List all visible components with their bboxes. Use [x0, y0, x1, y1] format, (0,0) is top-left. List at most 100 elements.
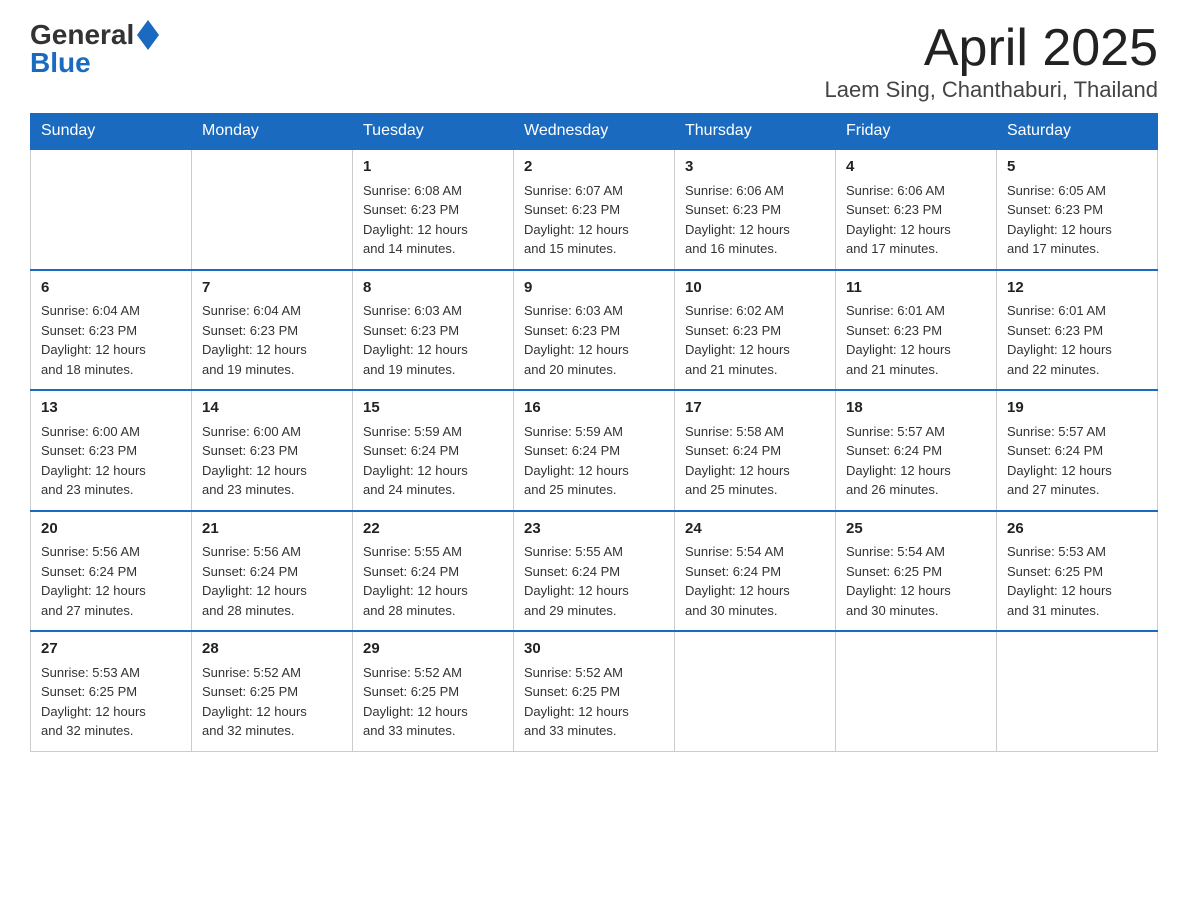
day-number: 4	[846, 156, 986, 179]
calendar-cell: 18Sunrise: 5:57 AM Sunset: 6:24 PM Dayli…	[836, 390, 997, 511]
day-info: Sunrise: 6:04 AM Sunset: 6:23 PM Dayligh…	[41, 301, 181, 379]
day-number: 20	[41, 518, 181, 541]
day-info: Sunrise: 6:06 AM Sunset: 6:23 PM Dayligh…	[685, 181, 825, 259]
day-info: Sunrise: 6:08 AM Sunset: 6:23 PM Dayligh…	[363, 181, 503, 259]
calendar-cell: 26Sunrise: 5:53 AM Sunset: 6:25 PM Dayli…	[997, 511, 1158, 632]
day-number: 23	[524, 518, 664, 541]
title-block: April 2025 Laem Sing, Chanthaburi, Thail…	[825, 20, 1158, 103]
calendar-week-row: 20Sunrise: 5:56 AM Sunset: 6:24 PM Dayli…	[31, 511, 1158, 632]
day-info: Sunrise: 6:05 AM Sunset: 6:23 PM Dayligh…	[1007, 181, 1147, 259]
calendar-day-header: Sunday	[31, 114, 192, 150]
calendar-cell: 2Sunrise: 6:07 AM Sunset: 6:23 PM Daylig…	[514, 149, 675, 270]
page-header: General Blue April 2025 Laem Sing, Chant…	[30, 20, 1158, 103]
calendar-cell: 8Sunrise: 6:03 AM Sunset: 6:23 PM Daylig…	[353, 270, 514, 391]
calendar-day-header: Friday	[836, 114, 997, 150]
calendar-week-row: 6Sunrise: 6:04 AM Sunset: 6:23 PM Daylig…	[31, 270, 1158, 391]
day-info: Sunrise: 6:04 AM Sunset: 6:23 PM Dayligh…	[202, 301, 342, 379]
day-number: 10	[685, 277, 825, 300]
day-number: 12	[1007, 277, 1147, 300]
day-info: Sunrise: 6:02 AM Sunset: 6:23 PM Dayligh…	[685, 301, 825, 379]
calendar-day-header: Saturday	[997, 114, 1158, 150]
day-number: 1	[363, 156, 503, 179]
day-number: 25	[846, 518, 986, 541]
page-subtitle: Laem Sing, Chanthaburi, Thailand	[825, 77, 1158, 103]
day-info: Sunrise: 5:52 AM Sunset: 6:25 PM Dayligh…	[363, 663, 503, 741]
calendar-week-row: 13Sunrise: 6:00 AM Sunset: 6:23 PM Dayli…	[31, 390, 1158, 511]
day-number: 15	[363, 397, 503, 420]
day-info: Sunrise: 6:00 AM Sunset: 6:23 PM Dayligh…	[202, 422, 342, 500]
calendar-day-header: Wednesday	[514, 114, 675, 150]
calendar-week-row: 27Sunrise: 5:53 AM Sunset: 6:25 PM Dayli…	[31, 631, 1158, 751]
day-number: 19	[1007, 397, 1147, 420]
calendar-cell: 14Sunrise: 6:00 AM Sunset: 6:23 PM Dayli…	[192, 390, 353, 511]
logo-blue-line: Blue	[30, 47, 161, 79]
day-number: 9	[524, 277, 664, 300]
day-number: 7	[202, 277, 342, 300]
day-number: 16	[524, 397, 664, 420]
day-info: Sunrise: 5:56 AM Sunset: 6:24 PM Dayligh…	[202, 542, 342, 620]
day-number: 3	[685, 156, 825, 179]
day-number: 8	[363, 277, 503, 300]
calendar-cell	[675, 631, 836, 751]
calendar-cell	[192, 149, 353, 270]
calendar-day-header: Monday	[192, 114, 353, 150]
day-info: Sunrise: 6:01 AM Sunset: 6:23 PM Dayligh…	[846, 301, 986, 379]
day-info: Sunrise: 6:01 AM Sunset: 6:23 PM Dayligh…	[1007, 301, 1147, 379]
calendar-cell	[997, 631, 1158, 751]
calendar-cell: 12Sunrise: 6:01 AM Sunset: 6:23 PM Dayli…	[997, 270, 1158, 391]
calendar-cell: 13Sunrise: 6:00 AM Sunset: 6:23 PM Dayli…	[31, 390, 192, 511]
logo-icon-svg	[137, 20, 159, 50]
day-info: Sunrise: 5:59 AM Sunset: 6:24 PM Dayligh…	[363, 422, 503, 500]
calendar-cell: 28Sunrise: 5:52 AM Sunset: 6:25 PM Dayli…	[192, 631, 353, 751]
calendar-cell: 7Sunrise: 6:04 AM Sunset: 6:23 PM Daylig…	[192, 270, 353, 391]
day-info: Sunrise: 6:00 AM Sunset: 6:23 PM Dayligh…	[41, 422, 181, 500]
day-number: 27	[41, 638, 181, 661]
day-number: 22	[363, 518, 503, 541]
calendar-cell: 27Sunrise: 5:53 AM Sunset: 6:25 PM Dayli…	[31, 631, 192, 751]
calendar-body: 1Sunrise: 6:08 AM Sunset: 6:23 PM Daylig…	[31, 149, 1158, 751]
day-info: Sunrise: 5:55 AM Sunset: 6:24 PM Dayligh…	[363, 542, 503, 620]
calendar-cell: 20Sunrise: 5:56 AM Sunset: 6:24 PM Dayli…	[31, 511, 192, 632]
calendar-cell: 9Sunrise: 6:03 AM Sunset: 6:23 PM Daylig…	[514, 270, 675, 391]
day-number: 28	[202, 638, 342, 661]
calendar-cell: 21Sunrise: 5:56 AM Sunset: 6:24 PM Dayli…	[192, 511, 353, 632]
day-number: 29	[363, 638, 503, 661]
calendar-cell	[31, 149, 192, 270]
calendar-cell: 3Sunrise: 6:06 AM Sunset: 6:23 PM Daylig…	[675, 149, 836, 270]
day-number: 2	[524, 156, 664, 179]
calendar-cell: 16Sunrise: 5:59 AM Sunset: 6:24 PM Dayli…	[514, 390, 675, 511]
day-info: Sunrise: 5:52 AM Sunset: 6:25 PM Dayligh…	[202, 663, 342, 741]
calendar-cell: 23Sunrise: 5:55 AM Sunset: 6:24 PM Dayli…	[514, 511, 675, 632]
day-info: Sunrise: 5:56 AM Sunset: 6:24 PM Dayligh…	[41, 542, 181, 620]
calendar-cell: 4Sunrise: 6:06 AM Sunset: 6:23 PM Daylig…	[836, 149, 997, 270]
calendar-cell: 30Sunrise: 5:52 AM Sunset: 6:25 PM Dayli…	[514, 631, 675, 751]
calendar-cell: 19Sunrise: 5:57 AM Sunset: 6:24 PM Dayli…	[997, 390, 1158, 511]
day-number: 30	[524, 638, 664, 661]
calendar-cell: 5Sunrise: 6:05 AM Sunset: 6:23 PM Daylig…	[997, 149, 1158, 270]
day-info: Sunrise: 6:07 AM Sunset: 6:23 PM Dayligh…	[524, 181, 664, 259]
calendar-cell: 10Sunrise: 6:02 AM Sunset: 6:23 PM Dayli…	[675, 270, 836, 391]
day-number: 18	[846, 397, 986, 420]
day-info: Sunrise: 6:06 AM Sunset: 6:23 PM Dayligh…	[846, 181, 986, 259]
day-number: 6	[41, 277, 181, 300]
day-number: 5	[1007, 156, 1147, 179]
day-number: 11	[846, 277, 986, 300]
day-info: Sunrise: 6:03 AM Sunset: 6:23 PM Dayligh…	[524, 301, 664, 379]
page-title: April 2025	[825, 20, 1158, 77]
calendar-cell: 11Sunrise: 6:01 AM Sunset: 6:23 PM Dayli…	[836, 270, 997, 391]
logo: General Blue	[30, 20, 161, 79]
day-info: Sunrise: 5:52 AM Sunset: 6:25 PM Dayligh…	[524, 663, 664, 741]
day-number: 17	[685, 397, 825, 420]
calendar-week-row: 1Sunrise: 6:08 AM Sunset: 6:23 PM Daylig…	[31, 149, 1158, 270]
calendar-cell: 6Sunrise: 6:04 AM Sunset: 6:23 PM Daylig…	[31, 270, 192, 391]
calendar-cell: 15Sunrise: 5:59 AM Sunset: 6:24 PM Dayli…	[353, 390, 514, 511]
calendar-day-header: Tuesday	[353, 114, 514, 150]
calendar-cell: 29Sunrise: 5:52 AM Sunset: 6:25 PM Dayli…	[353, 631, 514, 751]
day-info: Sunrise: 5:53 AM Sunset: 6:25 PM Dayligh…	[1007, 542, 1147, 620]
calendar-cell: 1Sunrise: 6:08 AM Sunset: 6:23 PM Daylig…	[353, 149, 514, 270]
calendar-day-header: Thursday	[675, 114, 836, 150]
calendar-cell: 22Sunrise: 5:55 AM Sunset: 6:24 PM Dayli…	[353, 511, 514, 632]
day-info: Sunrise: 5:55 AM Sunset: 6:24 PM Dayligh…	[524, 542, 664, 620]
day-info: Sunrise: 5:57 AM Sunset: 6:24 PM Dayligh…	[846, 422, 986, 500]
day-info: Sunrise: 5:54 AM Sunset: 6:25 PM Dayligh…	[846, 542, 986, 620]
